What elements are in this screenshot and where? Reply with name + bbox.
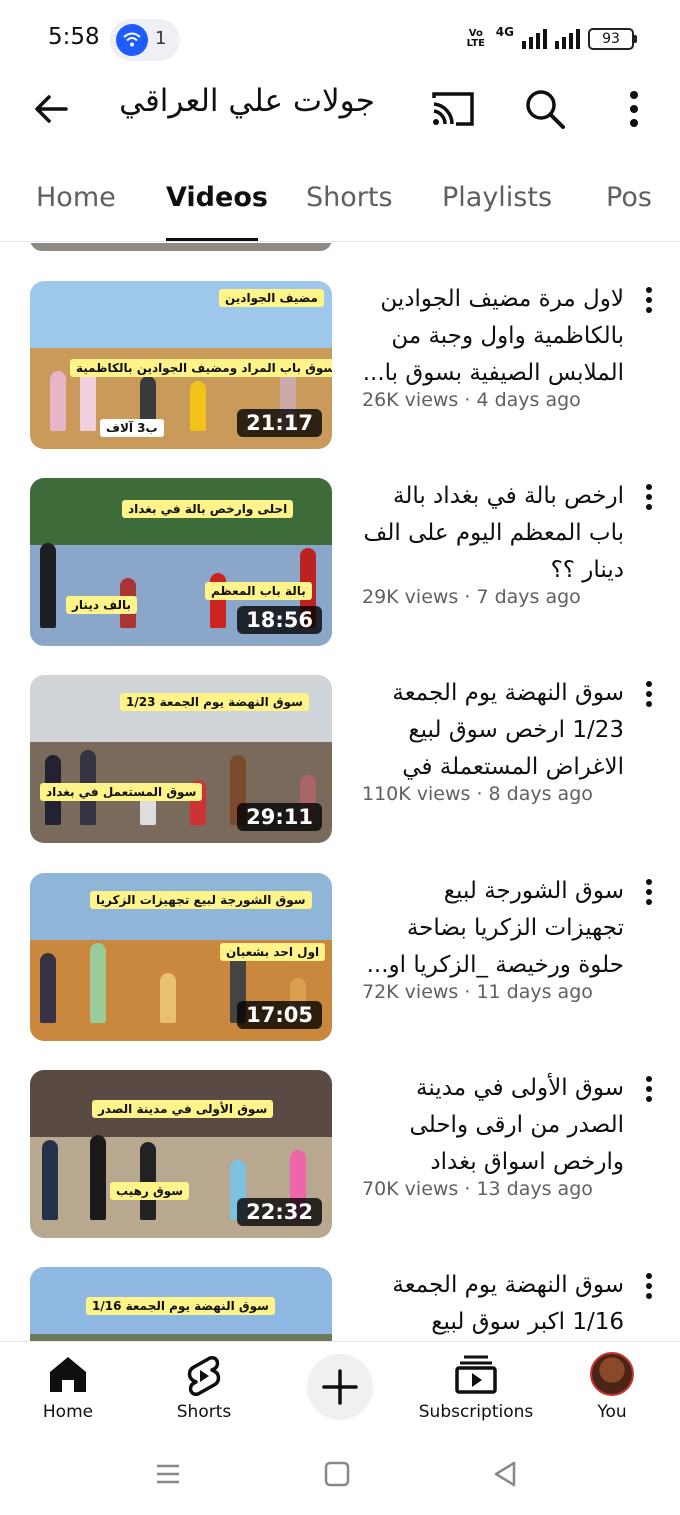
tab-posts[interactable]: Pos xyxy=(606,182,652,213)
cast-icon[interactable] xyxy=(430,88,476,130)
thumb-ground xyxy=(30,1334,332,1341)
video-more-icon[interactable] xyxy=(638,283,660,317)
home-nav-icon[interactable] xyxy=(322,1459,352,1489)
status-indicators: Vo LTE 4G 93 xyxy=(464,24,637,54)
partial-thumbnail[interactable] xyxy=(30,243,332,251)
hotspot-icon xyxy=(116,24,148,56)
nav-shorts-label: Shorts xyxy=(176,1402,232,1422)
video-item[interactable]: احلى وارخص بالة في بغداد بالة باب المعظم… xyxy=(0,478,680,648)
video-meta: 110K views · 8 days ago xyxy=(362,783,593,805)
video-meta: 72K views · 11 days ago xyxy=(362,981,593,1003)
video-duration: 22:32 xyxy=(237,1198,322,1226)
video-title[interactable]: سوق النهضة يوم الجمعة 1/16 اكبر سوق لبيع xyxy=(362,1267,624,1341)
network-type-label: 4G xyxy=(495,25,514,39)
nav-you[interactable]: You xyxy=(552,1342,672,1432)
thumb-banner: سوق النهضة يوم الجمعة 1/16 xyxy=(86,1297,275,1315)
video-item[interactable]: سوق النهضة يوم الجمعة 1/16 سوق النهضة يو… xyxy=(0,1267,680,1341)
video-item[interactable]: سوق الأولى في مدينة الصدر سوق رهيب 22:32… xyxy=(0,1070,680,1240)
signal-icon xyxy=(522,29,547,49)
nav-you-label: You xyxy=(597,1402,627,1422)
avatar xyxy=(590,1352,634,1396)
back-arrow-icon[interactable] xyxy=(30,88,72,130)
video-item[interactable]: سوق الشورجة لبيع تجهيزات الزكريا اول احد… xyxy=(0,873,680,1043)
app-header: جولات علي العراقي xyxy=(0,78,680,140)
system-nav-bar xyxy=(0,1431,680,1515)
video-item[interactable]: سوق باب المراد ومضيف الجوادين بالكاظمية … xyxy=(0,281,680,451)
nav-subscriptions[interactable]: Subscriptions xyxy=(416,1342,536,1432)
signal-icon-2 xyxy=(555,29,580,49)
video-thumbnail[interactable]: سوق النهضة يوم الجمعة 1/23 سوق المستعمل … xyxy=(30,675,332,843)
video-duration: 21:17 xyxy=(237,409,322,437)
channel-title: جولات علي العراقي xyxy=(119,83,375,119)
channel-tabs: Home Videos Shorts Playlists Pos xyxy=(0,160,680,242)
back-nav-icon[interactable] xyxy=(490,1459,520,1489)
video-duration: 29:11 xyxy=(237,803,322,831)
thumb-banner: مضيف الجوادين xyxy=(219,289,324,307)
video-thumbnail[interactable]: سوق باب المراد ومضيف الجوادين بالكاظمية … xyxy=(30,281,332,449)
recents-icon[interactable] xyxy=(153,1459,183,1489)
tab-videos[interactable]: Videos xyxy=(166,182,268,213)
video-thumbnail[interactable]: سوق النهضة يوم الجمعة 1/16 xyxy=(30,1267,332,1341)
more-vert-icon[interactable] xyxy=(618,86,650,132)
video-more-icon[interactable] xyxy=(638,480,660,514)
volte-label: Vo LTE xyxy=(466,28,485,49)
thumb-banner: احلى وارخص بالة في بغداد xyxy=(122,500,294,518)
bottom-nav: Home Shorts Subscriptions You xyxy=(0,1341,680,1431)
nav-home[interactable]: Home xyxy=(8,1342,128,1432)
hotspot-count: 1 xyxy=(155,28,167,49)
video-more-icon[interactable] xyxy=(638,875,660,909)
video-title[interactable]: ارخص بالة في بغداد بالة باب المعظم اليوم… xyxy=(362,478,624,589)
create-button[interactable] xyxy=(307,1354,373,1420)
video-thumbnail[interactable]: سوق الشورجة لبيع تجهيزات الزكريا اول احد… xyxy=(30,873,332,1041)
video-more-icon[interactable] xyxy=(638,1072,660,1106)
video-more-icon[interactable] xyxy=(638,1269,660,1303)
tab-shorts[interactable]: Shorts xyxy=(306,182,393,213)
search-icon[interactable] xyxy=(522,86,568,132)
thumb-banner: سوق الشورجة لبيع تجهيزات الزكريا xyxy=(90,891,312,909)
video-more-icon[interactable] xyxy=(638,677,660,711)
video-duration: 17:05 xyxy=(237,1001,322,1029)
thumb-banner: سوق النهضة يوم الجمعة 1/23 xyxy=(120,693,309,711)
thumb-banner: بالف دينار xyxy=(66,596,137,614)
active-tab-indicator xyxy=(166,238,258,241)
video-title[interactable]: سوق الأولى في مدينة الصدر من ارقى واحلى … xyxy=(362,1070,624,1181)
shorts-icon xyxy=(187,1356,221,1396)
video-thumbnail[interactable]: سوق الأولى في مدينة الصدر سوق رهيب 22:32 xyxy=(30,1070,332,1238)
thumb-banner: بالة باب المعظم xyxy=(205,582,312,600)
battery-icon: 93 xyxy=(588,28,637,50)
hotspot-indicator[interactable]: 1 xyxy=(110,19,180,61)
video-duration: 18:56 xyxy=(237,606,322,634)
video-item[interactable]: سوق النهضة يوم الجمعة 1/23 سوق المستعمل … xyxy=(0,675,680,845)
nav-shorts[interactable]: Shorts xyxy=(144,1342,264,1432)
video-title[interactable]: سوق النهضة يوم الجمعة 1/23 ارخص سوق لبيع… xyxy=(362,675,624,786)
video-meta: 26K views · 4 days ago xyxy=(362,389,581,411)
subscriptions-icon xyxy=(455,1355,497,1394)
video-title[interactable]: لاول مرة مضيف الجوادين بالكاظمية واول وج… xyxy=(362,281,624,392)
tab-playlists[interactable]: Playlists xyxy=(442,182,552,213)
thumb-banner: اول احد بشعبان xyxy=(220,943,326,961)
create-plus-icon xyxy=(322,1369,358,1405)
video-meta: 29K views · 7 days ago xyxy=(362,586,581,608)
thumb-banner: سوق الأولى في مدينة الصدر xyxy=(92,1100,274,1118)
nav-home-label: Home xyxy=(42,1402,94,1422)
thumb-banner: سوق المستعمل في بغداد xyxy=(40,783,203,801)
home-icon xyxy=(50,1357,86,1392)
video-title[interactable]: سوق الشورجة لبيع تجهيزات الزكريا بضاحة ح… xyxy=(362,873,624,984)
video-list: سوق باب المراد ومضيف الجوادين بالكاظمية … xyxy=(0,243,680,1341)
tab-home[interactable]: Home xyxy=(36,182,116,213)
thumb-banner: ب3 آلاف xyxy=(100,419,164,437)
thumb-banner: سوق باب المراد ومضيف الجوادين بالكاظمية xyxy=(70,359,332,377)
nav-subscriptions-label: Subscriptions xyxy=(418,1402,534,1422)
thumb-banner: سوق رهيب xyxy=(110,1182,190,1200)
video-thumbnail[interactable]: احلى وارخص بالة في بغداد بالة باب المعظم… xyxy=(30,478,332,646)
video-meta: 70K views · 13 days ago xyxy=(362,1178,593,1200)
status-bar: 5:58 1 Vo LTE 4G 93 xyxy=(0,0,680,78)
status-time: 5:58 xyxy=(48,24,100,50)
